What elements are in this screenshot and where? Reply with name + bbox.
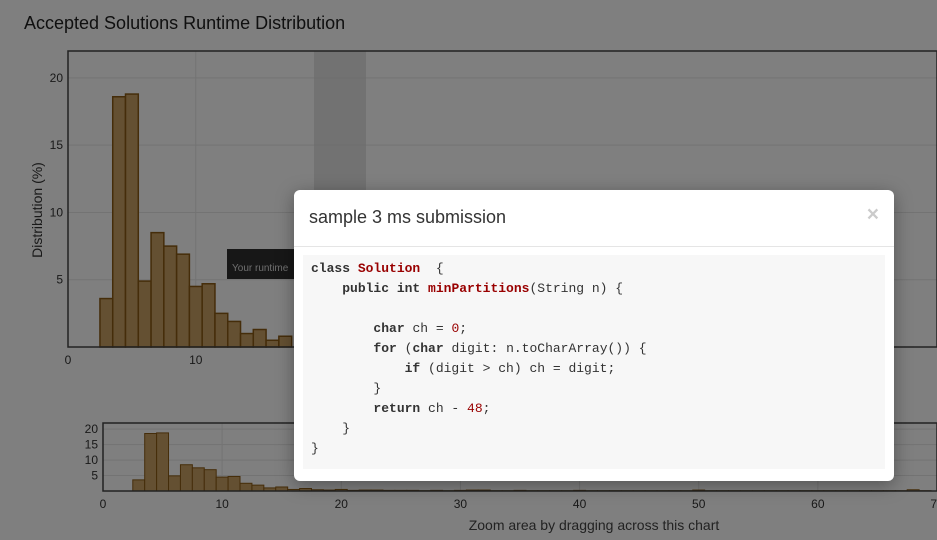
code-line: return ch - 48; [311, 399, 490, 419]
code-line: } [311, 419, 350, 439]
modal-body: class Solution { public int minPartition… [294, 247, 894, 481]
code-token: minPartitions [428, 281, 530, 296]
code-token: ; [482, 401, 491, 416]
code-token: if [404, 361, 429, 376]
code-token: ch = [412, 321, 452, 336]
code-token: (String n) { [529, 281, 624, 296]
code-token: char [412, 341, 452, 356]
code-line: } [311, 439, 319, 459]
modal-header: sample 3 ms submission × [294, 190, 894, 247]
modal-title: sample 3 ms submission [309, 207, 507, 227]
code-token: class [311, 261, 358, 276]
code-line: char ch = 0; [311, 319, 467, 339]
submission-modal: sample 3 ms submission × class Solution … [294, 190, 894, 481]
code-line: class Solution { [311, 259, 444, 279]
close-icon[interactable]: × [867, 204, 879, 225]
code-line: public int minPartitions(String n) { [311, 279, 623, 299]
code-token: public int [342, 281, 429, 296]
code-token: digit: n.toCharArray()) { [451, 341, 647, 356]
code-line: if (digit > ch) ch = digit; [311, 359, 616, 379]
code-token: for [373, 341, 405, 356]
code-token: ch - [428, 401, 468, 416]
code-token: } [311, 421, 351, 436]
code-token: Solution [357, 261, 421, 276]
code-token: 48 [467, 401, 483, 416]
code-line: } [311, 379, 381, 399]
code-token: (digit > ch) ch = digit; [428, 361, 616, 376]
code-line: for (char digit: n.toCharArray()) { [311, 339, 647, 359]
code-token: } [311, 441, 319, 456]
code-block: class Solution { public int minPartition… [303, 255, 885, 469]
code-token: } [311, 381, 382, 396]
code-token: char [373, 321, 413, 336]
code-token: return [373, 401, 429, 416]
code-token: ; [459, 321, 468, 336]
code-token: { [420, 261, 444, 276]
